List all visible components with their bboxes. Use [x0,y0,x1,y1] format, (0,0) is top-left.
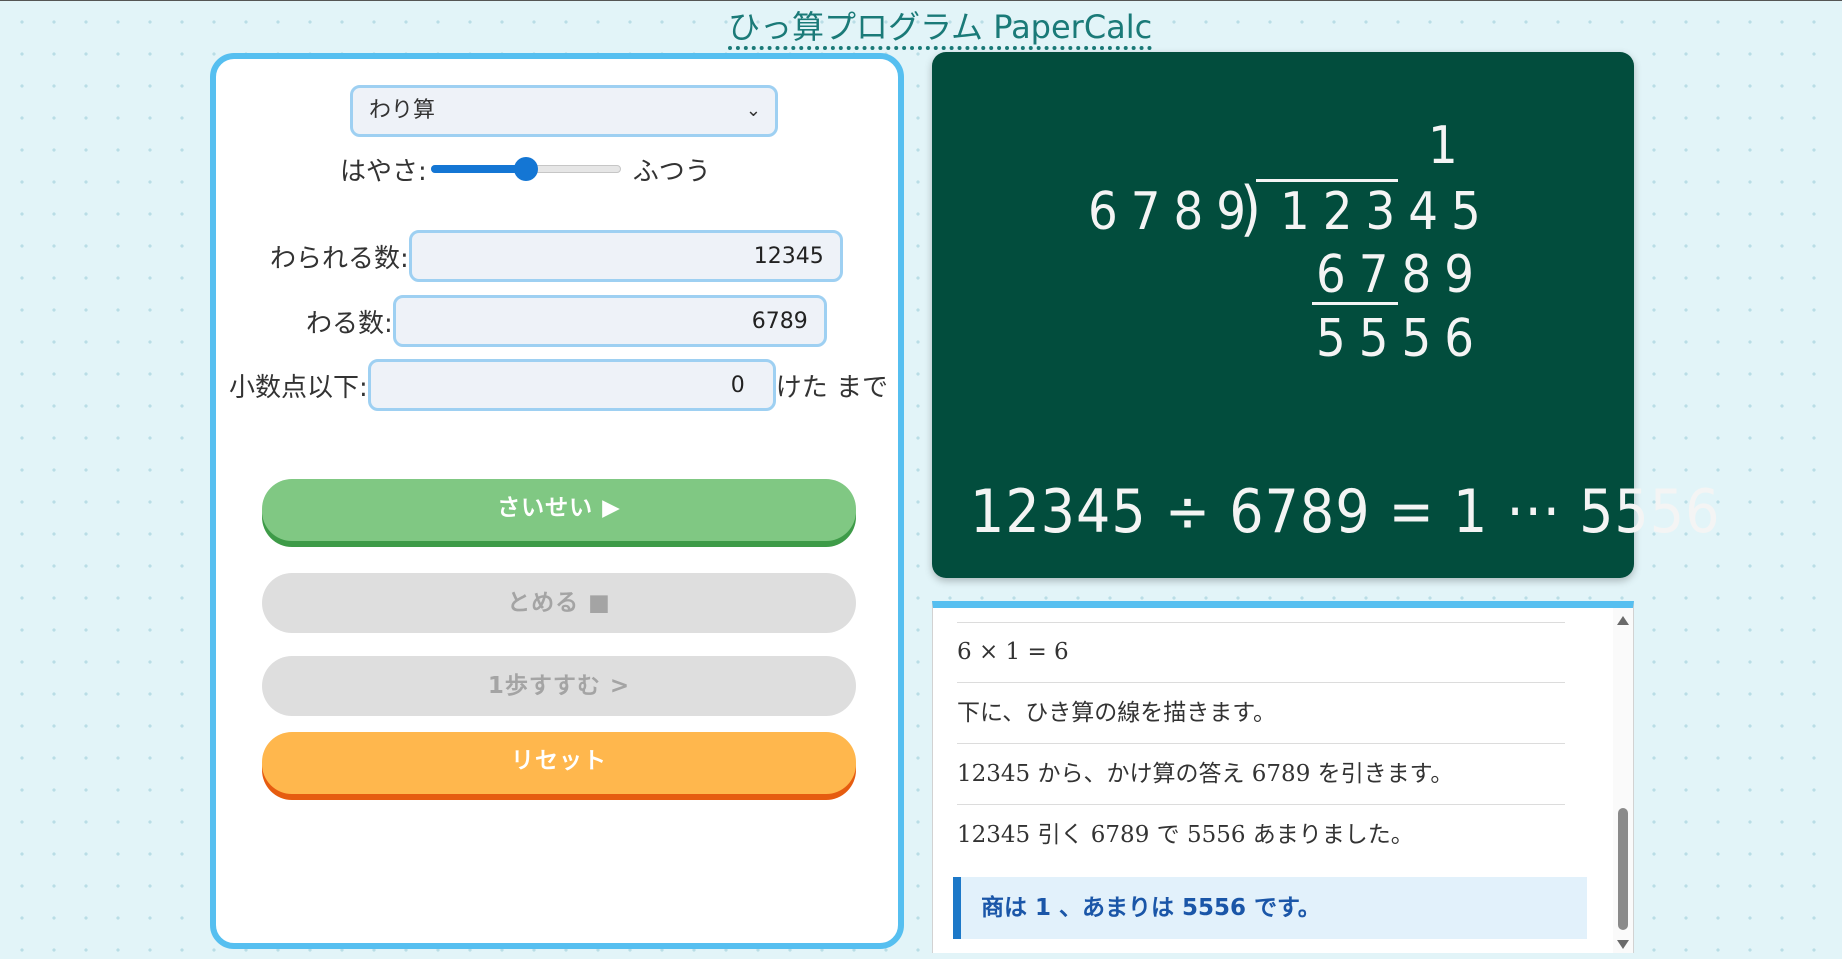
decimals-suffix: けた まで [775,372,889,403]
dividend-label: わられる数: [270,243,409,274]
log-item-partial [957,608,1565,623]
board-dividend: 12345 [1280,182,1494,242]
app-title[interactable]: ひっ算プログラム PaperCalc [728,8,1153,50]
speed-value-label: ふつう [632,156,711,187]
step-log[interactable]: 6 × 1 = 6 下に、ひき算の線を描きます。 12345 から、かけ算の答え… [932,601,1634,953]
board-product: 6789 [1316,245,1488,305]
divisor-label: わる数: [306,308,393,339]
log-item: 12345 引く 6789 で 5556 あまりました。 [957,822,1414,848]
log-item: 6 × 1 = 6 [957,622,1565,683]
step-button[interactable]: 1歩すすむ > [262,656,856,716]
chalkboard: 1 6789 ) 12345 6789 5556 12345 ÷ 6789 = … [932,52,1719,578]
chevron-down-icon: ⌄ [745,100,761,121]
operation-select-value: わり算 [369,98,436,123]
board-quotient: 1 [1428,116,1471,176]
log-scrollbar[interactable] [1613,608,1633,953]
speed-slider[interactable] [430,149,621,189]
scroll-up-icon[interactable] [1617,616,1629,625]
speed-slider-thumb[interactable] [513,157,538,181]
scroll-thumb[interactable] [1618,808,1628,930]
decimals-row: 小数点以下: けた まで [229,359,888,411]
log-item: 12345 から、かけ算の答え 6789 を引きます。 [957,744,1565,805]
divisor-input[interactable] [392,295,827,347]
control-panel: わり算 ⌄ はやさ: ふつう わられる数: わる数: 小数点以下: けた まで … [210,53,904,949]
board-division-bracket: ) [1240,174,1262,244]
decimals-label: 小数点以下: [229,372,368,403]
dividend-input[interactable] [408,230,843,282]
board-result-equation: 12345 ÷ 6789 = 1 ··· 5556 [970,477,1721,547]
board-subtraction-line [1312,302,1398,305]
scroll-down-icon[interactable] [1617,940,1629,949]
play-button[interactable]: さいせい ▶ [262,479,856,541]
log-summary: 商は 1 、あまりは 5556 です。 [953,877,1587,939]
operation-select[interactable]: わり算 ⌄ [350,85,778,137]
reset-button[interactable]: リセット [262,732,856,794]
decimals-input[interactable] [367,359,776,411]
dividend-row: わられる数: [270,230,843,282]
speed-row: はやさ: ふつう [340,149,711,189]
speed-slider-fill [430,165,526,173]
divisor-row: わる数: [306,295,827,347]
log-item: 下に、ひき算の線を描きます。 [957,683,1565,744]
stop-button[interactable]: とめる ■ [262,573,856,633]
board-divisor: 6789 [1088,182,1260,242]
board-remainder: 5556 [1316,309,1488,369]
speed-label: はやさ: [340,156,427,187]
window-top-edge [0,0,1842,1]
